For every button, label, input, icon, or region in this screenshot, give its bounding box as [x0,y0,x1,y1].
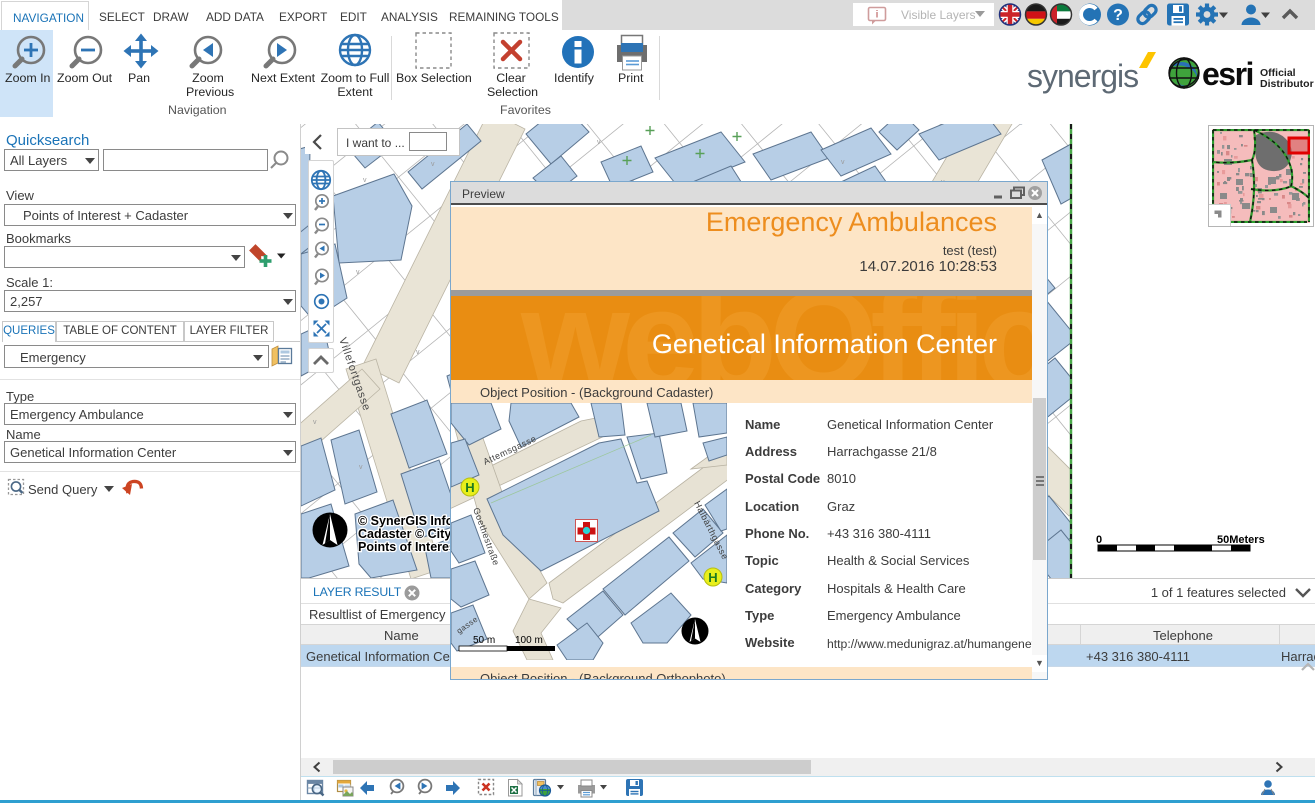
svg-text:v: v [841,159,845,166]
svg-text:i: i [876,10,879,21]
svg-text:v: v [359,464,363,471]
svg-text:v: v [363,177,367,184]
svg-text:v: v [431,161,435,168]
svg-text:H: H [465,480,474,495]
svg-text:50 m: 50 m [473,635,495,646]
svg-text:esri: esri [1202,56,1253,92]
svg-text:0: 0 [1096,534,1102,546]
svg-text:v: v [313,419,317,426]
svg-text:v: v [416,349,420,356]
svg-text:H: H [708,570,717,585]
svg-text:?: ? [1113,7,1123,24]
svg-text:100 m: 100 m [515,635,543,646]
svg-text:Distributor: Distributor [1260,78,1314,90]
svg-text:v: v [356,269,360,276]
svg-text:v: v [597,139,601,146]
svg-text:50Meters: 50Meters [1217,534,1265,546]
svg-text:synergis: synergis [1027,58,1138,94]
